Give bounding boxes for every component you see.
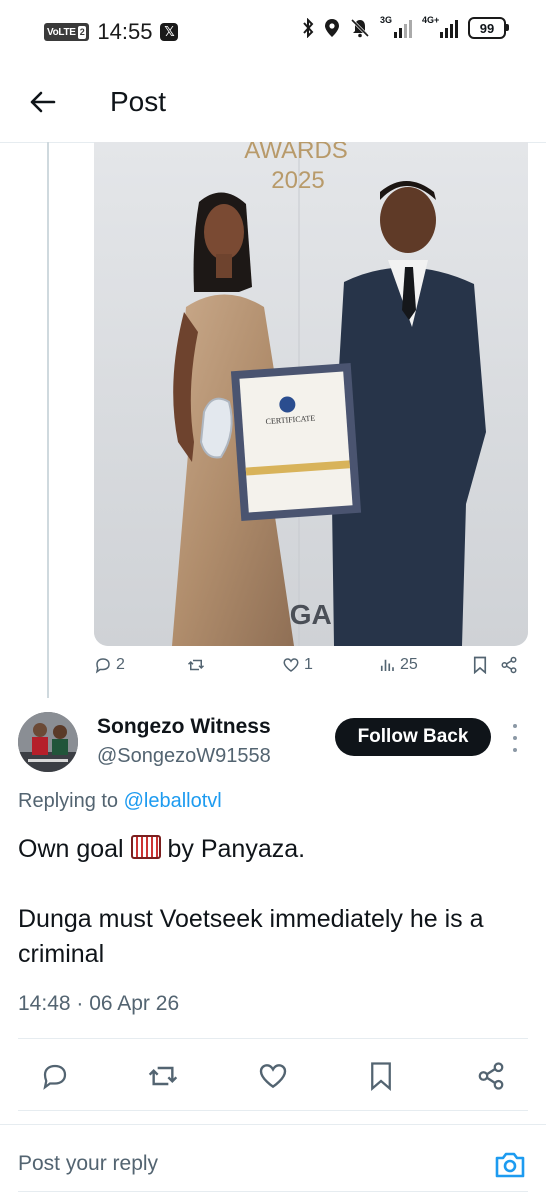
more-dot-icon (513, 736, 517, 740)
goal-net-icon (130, 835, 161, 859)
divider (18, 1110, 528, 1111)
repost-button[interactable] (142, 1055, 184, 1097)
award-photo-image: AWARDS 2025 .GA CERTIFICATE (94, 142, 528, 646)
like-action[interactable]: 1 (282, 656, 313, 674)
reply-input[interactable] (18, 1147, 448, 1181)
reply-count: 2 (116, 656, 125, 673)
avatar[interactable] (18, 712, 78, 772)
tweet-text: Own goal by Panyaza. Dunga must Voetseek… (18, 832, 528, 972)
volte-indicator: VoLTE 2 (44, 23, 90, 41)
battery-level: 99 (479, 20, 495, 36)
views-action[interactable]: 25 (378, 656, 418, 674)
tweet-timestamp[interactable]: 14:48 · 06 Apr 26 (18, 992, 179, 1016)
camera-button[interactable] (490, 1145, 530, 1185)
bookmark-action[interactable] (472, 656, 488, 674)
reply-icon (95, 658, 110, 674)
arrow-left-icon (30, 91, 56, 113)
repost-icon (148, 1066, 178, 1086)
location-icon (325, 19, 339, 37)
follow-back-button[interactable]: Follow Back (335, 718, 491, 756)
camera-icon (495, 1152, 525, 1178)
divider (18, 1038, 528, 1039)
signal-3g-icon: 3G (380, 15, 412, 38)
bookmark-button[interactable] (360, 1055, 402, 1097)
net-type-1: 3G (380, 15, 393, 25)
share-icon (478, 1062, 504, 1090)
share-button[interactable] (470, 1055, 512, 1097)
tweet-text-part-b: by Panyaza. (160, 835, 306, 863)
like-button[interactable] (252, 1055, 294, 1097)
display-name[interactable]: Songezo Witness (97, 715, 271, 739)
views-icon (380, 659, 394, 671)
tweet-line-1: Own goal by Panyaza. (18, 832, 528, 867)
heart-icon (259, 1064, 287, 1089)
tweet-line-2: Dunga must Voetseek immediately he is a … (18, 905, 484, 968)
tweet-text-part-a: Own goal (18, 835, 131, 863)
reply-icon (43, 1064, 67, 1090)
replying-to: Replying to @leballotvl (18, 790, 222, 813)
replying-to-link[interactable]: @leballotvl (124, 790, 222, 812)
app-header: Post (0, 62, 546, 143)
share-action[interactable] (500, 656, 518, 674)
reply-composer (0, 1125, 546, 1200)
back-button[interactable] (24, 84, 60, 120)
heart-icon (283, 658, 299, 672)
more-options-button[interactable] (508, 724, 522, 752)
x-logo-icon: 𝕏 (160, 23, 179, 41)
bookmark-icon (371, 1062, 391, 1091)
post-action-bar: 2 1 25 (94, 656, 528, 686)
like-count: 1 (304, 656, 313, 673)
battery-icon: 99 (468, 17, 509, 39)
mute-bell-icon (350, 18, 370, 38)
status-bar: VoLTE 2 14:55 𝕏 3G 4G+ 99 (0, 0, 546, 62)
banner-text-awards: AWARDS (244, 142, 348, 164)
share-icon (501, 656, 517, 674)
post-photo[interactable]: AWARDS 2025 .GA CERTIFICATE (94, 142, 528, 646)
bookmark-icon (473, 656, 487, 674)
view-count: 25 (400, 656, 418, 673)
replying-prefix: Replying to (18, 790, 124, 812)
user-handle[interactable]: @SongezoW91558 (97, 745, 271, 768)
bluetooth-icon (303, 18, 314, 38)
reply-action[interactable]: 2 (94, 656, 125, 674)
status-time: 14:55 (97, 19, 153, 44)
signal-4g-icon: 4G+ (422, 15, 458, 38)
page-title: Post (110, 86, 167, 117)
composer-underline (18, 1191, 528, 1192)
net-type-2: 4G+ (422, 15, 440, 25)
certificate-frame: CERTIFICATE (230, 362, 362, 522)
more-dot-icon (513, 724, 517, 728)
repost-action[interactable] (187, 656, 209, 674)
thread-connector-line (47, 142, 49, 698)
avatar-image (18, 712, 78, 772)
sim-slot: 2 (77, 25, 87, 39)
more-dot-icon (513, 748, 517, 752)
banner-text-year: 2025 (271, 167, 324, 194)
repost-icon (187, 659, 205, 671)
reply-button[interactable] (34, 1055, 76, 1097)
volte-label: VoLTE (47, 26, 76, 38)
reply-action-bar (18, 1055, 528, 1097)
